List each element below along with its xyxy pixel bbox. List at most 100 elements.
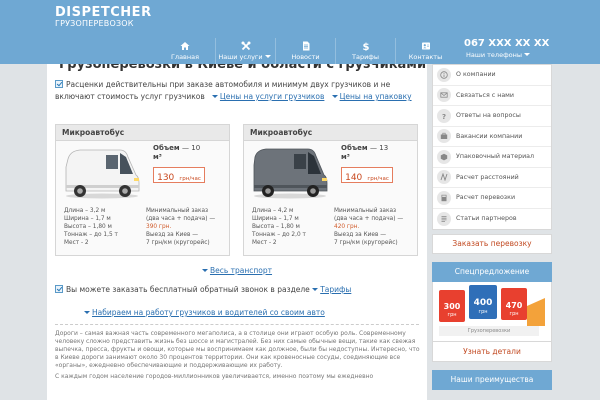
sidebar-item-contact[interactable]: Связаться с нами [433,86,551,106]
sidebar-item-articles[interactable]: Статьи партнеров [433,209,551,230]
logo[interactable]: DISPETCHER ГРУЗОПЕРЕВОЗОК [55,6,152,29]
hire-link[interactable]: Набираем на работу грузчиков и водителей… [92,308,325,317]
sidebar-item-label: О компании [456,71,496,79]
spec-height: Высота – 1,80 м [252,224,300,230]
nav-contacts[interactable]: Контакты [395,38,455,64]
nav-news[interactable]: Новости [275,38,335,64]
logo-sub-text: ГРУЗОПЕРЕВОЗОК [55,19,134,28]
mail-icon [437,88,451,103]
tariffs-link[interactable]: Тарифы [320,285,351,294]
sidebar-item-about[interactable]: О компании [433,65,551,86]
calculator-icon [437,190,451,205]
order-transport-button[interactable]: Заказать перевозку [432,234,552,254]
min-order: Минимальный заказ (два часа + подача) — … [146,207,215,247]
nav-tariffs-label: Тарифы [352,53,379,61]
divider [55,324,419,325]
price-unit: грн/час [179,176,201,182]
sidebar-item-label: Упаковочный материал [456,153,535,161]
site-header: DISPETCHER ГРУЗОПЕРЕВОЗОК Главная Наши у… [0,0,600,64]
min-order-line: Минимальный заказ [146,208,209,214]
nav-home[interactable]: Главная [155,38,215,64]
sidebar-item-label: Вакансии компании [456,132,523,140]
dollar-icon: $ [362,42,369,51]
question-icon: ? [437,108,451,123]
offer-unit: грн [447,312,457,318]
spec-tonnage: Тоннаж – до 2,0 т [252,232,306,238]
all-transport: Весь транспорт [47,266,427,275]
van-image [253,148,328,199]
min-order-line: 7 грн/км (кругорейс) [146,240,210,246]
spec-width: Ширина – 1,7 м [252,216,299,222]
chevron-down-icon [312,288,319,291]
sidebar-item-vacancies[interactable]: Вакансии компании [433,127,551,147]
box-icon [437,149,451,164]
offer-price: 400 [473,298,493,308]
volume-value: — 10 [182,144,201,152]
offer-caption: Грузоперевозки [467,328,511,334]
special-offer-title: Спецпредложение [432,262,552,282]
sidebar-item-label: Связаться с нами [456,91,515,99]
sidebar-item-label: Ответы на вопросы [456,112,521,120]
sidebar-menu: О компании Связаться с нами ? Ответы на … [432,64,552,230]
offer-unit: грн [509,311,519,317]
all-transport-link[interactable]: Весь транспорт [210,266,272,275]
sidebar-item-faq[interactable]: ? Ответы на вопросы [433,106,551,127]
nav-contacts-label: Контакты [408,53,443,61]
home-icon [180,42,190,50]
offer-price: 300 [443,302,461,311]
vehicle-card: Микроавтобус Объем — 13 м³ 140 грн/час Д… [243,124,418,256]
sidebar-item-distance[interactable]: Расчет расстояний [433,168,551,188]
spec-seats: Мест - 2 [252,240,277,246]
vehicle-card-title: Микроавтобус [244,125,417,141]
spec-width: Ширина – 1,7 м [64,216,111,222]
min-order-line: (два часа + подача) — [334,216,404,222]
packaging-prices-link[interactable]: Цены на упаковку [340,92,412,101]
chevron-down-icon [523,53,530,56]
briefcase-icon [437,129,451,144]
min-order-price: 390 грн. [146,224,172,230]
nav-home-label: Главная [170,53,200,61]
learn-details-button[interactable]: Узнать детали [432,342,552,362]
spec-length: Длина – 3,2 м [64,208,106,214]
vehicle-card: Микроавтобус Объем — 10 м³ 130 грн/час Д… [55,124,230,256]
hire-block: Набираем на работу грузчиков и водителей… [84,308,325,317]
route-icon [437,170,451,185]
special-offer-banner[interactable]: 300 400 470 грн грн грн Грузоперевозки [432,282,552,342]
sidebar-item-calc[interactable]: Расчет перевозки [433,188,551,209]
van-image [65,149,140,199]
sidebar-item-packaging[interactable]: Упаковочный материал [433,147,551,168]
sidebar-item-label: Расчет перевозки [456,194,516,202]
phones-link[interactable]: Наши телефоны [464,50,534,60]
phones-link-label: Наши телефоны [466,51,522,59]
spec-length: Длина – 4,2 м [252,208,294,214]
sidebar-item-label: Расчет расстояний [456,173,519,181]
chevron-down-icon [264,55,271,58]
vehicle-specs: Длина – 3,2 м Ширина – 1,7 м Высота – 1,… [64,207,118,247]
chevron-down-icon [84,311,90,314]
page-title: Грузоперевозки в Киеве и области с грузч… [59,64,427,72]
main-nav: Главная Наши услуги Новости $ Тарифы Кон… [155,38,455,64]
vehicle-card-title: Микроавтобус [56,125,229,141]
nav-services[interactable]: Наши услуги [215,38,275,64]
loaders-prices-link[interactable]: Цены на услуги грузчиков [220,92,325,101]
min-order-line: 7 грн/км (кругорейс) [334,240,398,246]
svg-text:?: ? [442,113,446,120]
price-badge: 130 грн/час [153,167,205,183]
min-order-line: Выезд за Киев — [334,232,387,238]
volume: Объем — 10 м³ [153,144,200,162]
article-paragraph: Дороги – самая важная часть современного… [55,330,420,369]
phone-number[interactable]: 067 XXX XX XX [464,38,549,50]
sidebar: О компании Связаться с нами ? Ответы на … [432,64,552,400]
price-value: 130 [157,173,175,183]
chevron-down-icon [201,269,208,272]
spec-height: Высота – 1,80 м [64,224,112,230]
volume-unit: м³ [341,153,350,161]
spec-tonnage: Тоннаж – до 1,5 т [64,232,118,238]
callback-text: Вы можете заказать бесплатный обратный з… [66,285,310,294]
sidebar-item-label: Статьи партнеров [456,215,517,223]
volume: Объем — 13 м³ [341,144,388,162]
min-order-line: Выезд за Киев — [146,232,199,238]
nav-tariffs[interactable]: $ Тарифы [335,38,395,64]
phone-block: 067 XXX XX XX Наши телефоны [464,38,549,60]
logo-main-text: DISPETCHER [55,5,152,20]
